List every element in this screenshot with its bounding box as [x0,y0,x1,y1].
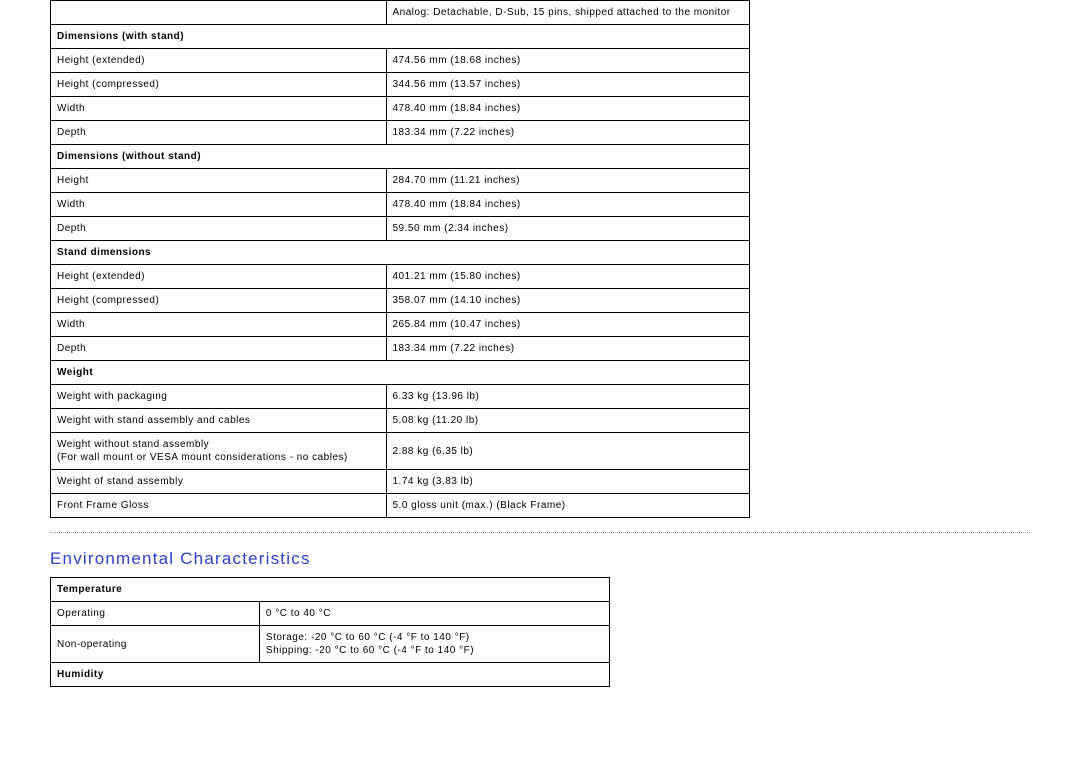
section-header: Dimensions (with stand) [51,25,750,49]
table-row: Weight of stand assembly 1.74 kg (3.83 l… [51,470,750,494]
spec-value: 59.50 mm (2.34 inches) [386,217,750,241]
spec-value: 1.74 kg (3.83 lb) [386,470,750,494]
env-value: Storage: -20 °C to 60 °C (-4 °F to 140 °… [259,626,609,663]
spec-value: 401.21 mm (15.80 inches) [386,265,750,289]
table-row: Analog: Detachable, D-Sub, 15 pins, ship… [51,1,750,25]
section-divider [50,532,1030,533]
table-row: Height (compressed) 358.07 mm (14.10 inc… [51,289,750,313]
table-row: Dimensions (with stand) [51,25,750,49]
environmental-characteristics-title: Environmental Characteristics [50,535,1030,577]
spec-label: Depth [51,217,387,241]
table-row: Operating 0 °C to 40 °C [51,602,610,626]
section-header: Temperature [51,578,610,602]
spec-label: Height [51,169,387,193]
table-row: Depth 183.34 mm (7.22 inches) [51,337,750,361]
section-header: Humidity [51,663,610,687]
table-row: Width 265.84 mm (10.47 inches) [51,313,750,337]
spec-label [51,1,387,25]
table-row: Width 478.40 mm (18.84 inches) [51,97,750,121]
table-row: Non-operating Storage: -20 °C to 60 °C (… [51,626,610,663]
spec-value: 6.33 kg (13.96 lb) [386,385,750,409]
table-row: Weight [51,361,750,385]
table-row: Temperature [51,578,610,602]
table-row: Height (extended) 401.21 mm (15.80 inche… [51,265,750,289]
table-row: Weight with packaging 6.33 kg (13.96 lb) [51,385,750,409]
spec-label: Width [51,313,387,337]
table-row: Depth 59.50 mm (2.34 inches) [51,217,750,241]
table-row: Stand dimensions [51,241,750,265]
spec-value: 478.40 mm (18.84 inches) [386,193,750,217]
table-row: Height (compressed) 344.56 mm (13.57 inc… [51,73,750,97]
spec-value: 183.34 mm (7.22 inches) [386,121,750,145]
environmental-table: Temperature Operating 0 °C to 40 °C Non-… [50,577,610,687]
spec-value: 344.56 mm (13.57 inches) [386,73,750,97]
spec-label: Height (extended) [51,49,387,73]
spec-label: Width [51,193,387,217]
spec-value: 358.07 mm (14.10 inches) [386,289,750,313]
table-row: Weight without stand assembly (For wall … [51,433,750,470]
env-value: 0 °C to 40 °C [259,602,609,626]
spec-value: 5.0 gloss unit (max.) (Black Frame) [386,494,750,518]
spec-label: Height (extended) [51,265,387,289]
spec-label: Depth [51,337,387,361]
section-header: Dimensions (without stand) [51,145,750,169]
table-row: Depth 183.34 mm (7.22 inches) [51,121,750,145]
table-row: Dimensions (without stand) [51,145,750,169]
spec-value: 478.40 mm (18.84 inches) [386,97,750,121]
specifications-table: Analog: Detachable, D-Sub, 15 pins, ship… [50,0,750,518]
table-row: Front Frame Gloss 5.0 gloss unit (max.) … [51,494,750,518]
spec-value: 474.56 mm (18.68 inches) [386,49,750,73]
spec-label: Depth [51,121,387,145]
spec-label: Height (compressed) [51,289,387,313]
env-label: Non-operating [51,626,260,663]
spec-label: Height (compressed) [51,73,387,97]
spec-label: Width [51,97,387,121]
spec-value: 265.84 mm (10.47 inches) [386,313,750,337]
spec-label: Weight with packaging [51,385,387,409]
spec-value: Analog: Detachable, D-Sub, 15 pins, ship… [386,1,750,25]
section-header: Weight [51,361,750,385]
spec-value: 2.88 kg (6.35 lb) [386,433,750,470]
env-label: Operating [51,602,260,626]
table-row: Height 284.70 mm (11.21 inches) [51,169,750,193]
table-row: Height (extended) 474.56 mm (18.68 inche… [51,49,750,73]
spec-value: 183.34 mm (7.22 inches) [386,337,750,361]
spec-value: 284.70 mm (11.21 inches) [386,169,750,193]
section-header: Stand dimensions [51,241,750,265]
spec-label: Front Frame Gloss [51,494,387,518]
table-row: Width 478.40 mm (18.84 inches) [51,193,750,217]
spec-label: Weight without stand assembly (For wall … [51,433,387,470]
table-row: Weight with stand assembly and cables 5.… [51,409,750,433]
spec-label: Weight of stand assembly [51,470,387,494]
table-row: Humidity [51,663,610,687]
spec-label: Weight with stand assembly and cables [51,409,387,433]
spec-value: 5.08 kg (11.20 lb) [386,409,750,433]
